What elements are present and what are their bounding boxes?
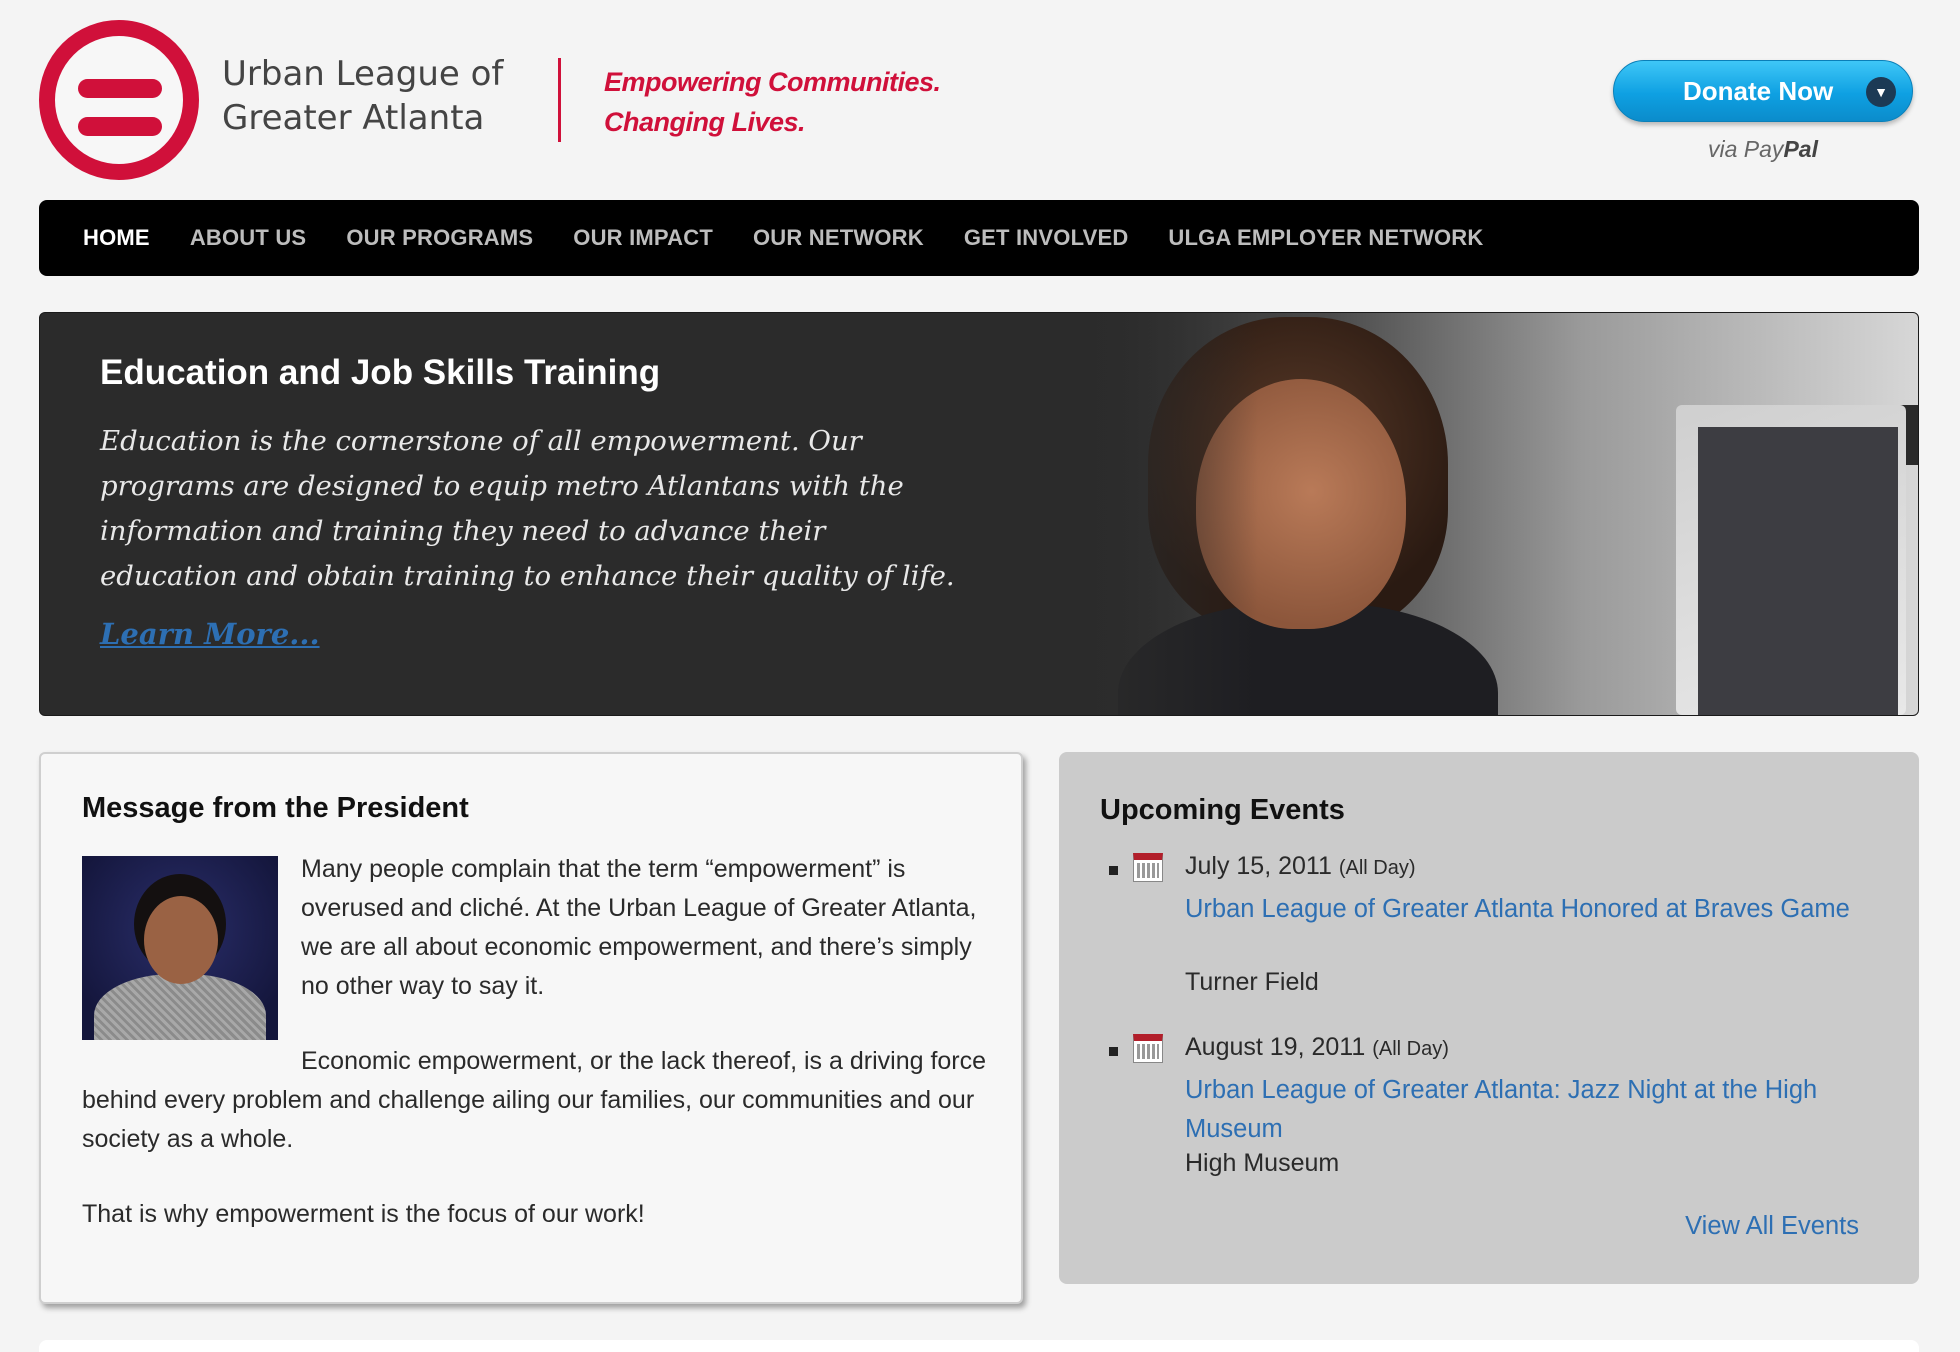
president-message-panel: Message from the President Many people c… <box>39 752 1023 1304</box>
event-venue: Turner Field <box>1185 968 1319 996</box>
header-divider <box>558 58 561 142</box>
org-name-line2: Greater Atlanta <box>222 98 485 138</box>
event-date: August 19, 2011 (All Day) <box>1185 1033 1449 1062</box>
donate-label: Donate Now <box>1683 75 1834 106</box>
event-all-day: (All Day) <box>1372 1038 1449 1060</box>
via-paypal-label: via PayPal <box>1708 136 1818 163</box>
tagline: Empowering Communities. Changing Lives. <box>604 62 941 142</box>
president-paragraph-2: Economic empowerment, or the lack thereo… <box>82 1047 987 1153</box>
nav-ulga-employer-network[interactable]: ULGA EMPLOYER NETWORK <box>1168 225 1483 251</box>
logo[interactable] <box>39 20 199 180</box>
paypal-brand: Pal <box>1783 136 1818 162</box>
learn-more-link[interactable]: Learn More... <box>100 617 320 651</box>
main-navigation: HOME ABOUT US OUR PROGRAMS OUR IMPACT OU… <box>39 200 1919 276</box>
event-item: July 15, 2011 (All Day) Urban League of … <box>1109 852 1889 1002</box>
event-title-link[interactable]: Urban League of Greater Atlanta Honored … <box>1185 890 1865 929</box>
event-date: July 15, 2011 (All Day) <box>1185 852 1416 881</box>
calendar-icon <box>1133 1034 1163 1063</box>
nav-about-us[interactable]: ABOUT US <box>190 225 307 251</box>
calendar-icon <box>1133 853 1163 882</box>
hero-banner: Education and Job Skills Training Educat… <box>39 312 1919 716</box>
footer-panel-edge <box>39 1340 1919 1352</box>
event-venue: High Museum <box>1185 1149 1340 1177</box>
organization-name[interactable]: Urban League of Greater Atlanta <box>222 52 542 140</box>
nav-our-impact[interactable]: OUR IMPACT <box>573 225 713 251</box>
tagline-line2: Changing Lives. <box>604 107 806 137</box>
event-date-text: July 15, 2011 <box>1185 852 1332 880</box>
hero-description: Education is the cornerstone of all empo… <box>100 425 955 592</box>
view-all-events-link[interactable]: View All Events <box>1685 1212 1859 1241</box>
bullet <box>1109 866 1118 875</box>
org-name-line1: Urban League of <box>222 54 504 94</box>
double-chevron-down-icon: ▼ <box>1866 77 1896 107</box>
event-date-text: August 19, 2011 <box>1185 1033 1366 1061</box>
nav-our-programs[interactable]: OUR PROGRAMS <box>346 225 533 251</box>
president-paragraph-3: That is why empowerment is the focus of … <box>82 1200 645 1228</box>
upcoming-events-title: Upcoming Events <box>1100 794 1345 826</box>
hero-title: Education and Job Skills Training <box>100 353 661 392</box>
nav-get-involved[interactable]: GET INVOLVED <box>964 225 1129 251</box>
president-message-title: Message from the President <box>82 792 469 824</box>
equality-logo-icon <box>39 20 199 180</box>
upcoming-events-panel: Upcoming Events July 15, 2011 (All Day) … <box>1059 752 1919 1284</box>
nav-our-network[interactable]: OUR NETWORK <box>753 225 924 251</box>
tagline-line1: Empowering Communities. <box>604 67 941 97</box>
president-message-body: Many people complain that the term “empo… <box>82 850 992 1270</box>
donate-now-button[interactable]: Donate Now ▼ <box>1613 60 1913 122</box>
via-text: via Pay <box>1708 136 1784 162</box>
hero-photo <box>1078 313 1918 715</box>
event-title-link[interactable]: Urban League of Greater Atlanta: Jazz Ni… <box>1185 1071 1865 1149</box>
event-item: August 19, 2011 (All Day) Urban League o… <box>1109 1033 1889 1183</box>
bullet <box>1109 1047 1118 1056</box>
event-all-day: (All Day) <box>1338 857 1416 879</box>
nav-home[interactable]: HOME <box>83 225 150 251</box>
